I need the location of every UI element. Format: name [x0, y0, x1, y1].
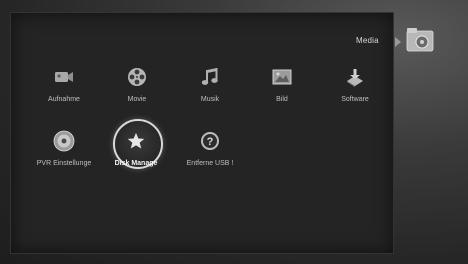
software-install-icon [343, 66, 367, 88]
camera-icon [52, 66, 76, 88]
svg-text:?: ? [207, 136, 214, 148]
category-label: Media [356, 36, 379, 45]
menu-item-software[interactable]: Software [320, 66, 390, 116]
menu-item-label: Bild [276, 96, 288, 103]
menu-item-label: PVR Einstellunge [36, 160, 92, 167]
menu-item-entferne-usb[interactable]: ? Entferne USB ! [175, 130, 245, 180]
menu-item-label: Aufnahme [48, 96, 80, 103]
menu-item-label: Software [341, 96, 369, 103]
menu-item-pvr-einstellunge[interactable]: PVR Einstellunge [29, 130, 99, 180]
disc-icon [52, 130, 76, 152]
media-folder-icon[interactable] [406, 27, 436, 53]
menu-item-aufnahme[interactable]: Aufnahme [29, 66, 99, 116]
menu-item-bild[interactable]: Bild [247, 66, 317, 116]
film-reel-icon [125, 66, 149, 88]
menu-item-label: Disk Manage [114, 160, 158, 167]
question-icon: ? [198, 130, 222, 152]
arrow-right-icon [395, 37, 401, 47]
menu-item-movie[interactable]: Movie [102, 66, 172, 116]
star-icon [124, 130, 148, 152]
menu-item-musik[interactable]: Musik [175, 66, 245, 116]
picture-icon [270, 66, 294, 88]
music-note-icon [198, 66, 222, 88]
menu-item-label: Entferne USB ! [186, 160, 234, 167]
menu-item-disk-manage[interactable]: Disk Manage [101, 130, 171, 180]
menu-item-label: Movie [127, 96, 147, 103]
menu-item-label: Musik [200, 96, 220, 103]
